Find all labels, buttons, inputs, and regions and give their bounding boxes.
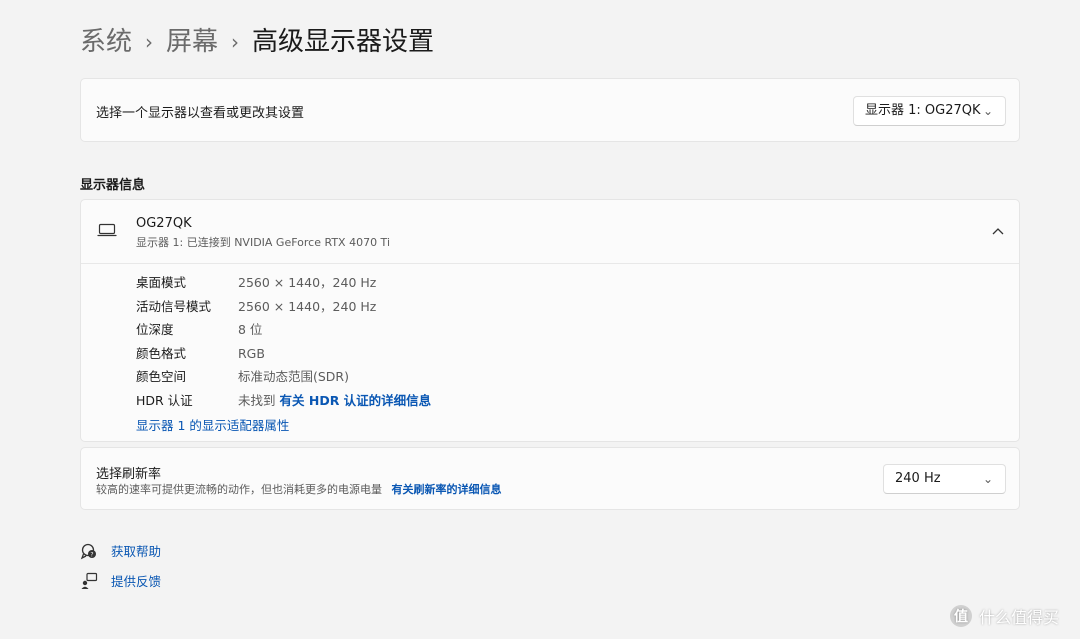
give-feedback-link[interactable]: 提供反馈	[80, 571, 161, 590]
give-feedback-label: 提供反馈	[111, 574, 162, 589]
display-select-dropdown[interactable]: 显示器 1: OG27QK ⌄	[853, 96, 1006, 126]
refresh-rate-description: 较高的速率可提供更流畅的动作，但也消耗更多的电源电量	[96, 483, 382, 496]
refresh-rate-value: 240 Hz	[895, 471, 941, 486]
chevron-down-icon: ⌄	[982, 472, 993, 486]
display-name: OG27QK	[136, 216, 192, 231]
info-key: 活动信号模式	[136, 298, 212, 314]
get-help-label: 获取帮助	[111, 544, 162, 559]
laptop-icon	[97, 222, 117, 242]
info-value: 标准动态范围(SDR)	[238, 369, 349, 384]
svg-text:?: ?	[90, 551, 93, 558]
chevron-up-icon[interactable]	[987, 220, 1009, 242]
watermark: 值 什么值得买	[950, 604, 1059, 628]
info-value: 未找到	[238, 392, 276, 408]
breadcrumb-display[interactable]: 屏幕	[166, 22, 218, 62]
display-connection-subtitle: 显示器 1: 已连接到 NVIDIA GeForce RTX 4070 Ti	[136, 236, 390, 249]
help-icon: ?	[80, 542, 98, 560]
info-key: 颜色空间	[136, 369, 187, 384]
info-value: RGB	[238, 345, 265, 361]
refresh-rate-card: 选择刷新率 较高的速率可提供更流畅的动作，但也消耗更多的电源电量 有关刷新率的详…	[80, 447, 1020, 510]
feedback-icon	[80, 572, 98, 590]
breadcrumb-separator-icon: ›	[231, 30, 240, 54]
select-display-card: 选择一个显示器以查看或更改其设置 显示器 1: OG27QK ⌄	[80, 78, 1020, 142]
info-key: 颜色格式	[136, 345, 187, 361]
info-value-wrap: 未找到 有关 HDR 认证的详细信息	[238, 389, 431, 413]
display-select-value: 显示器 1: OG27QK	[865, 103, 981, 118]
get-help-link[interactable]: ? 获取帮助	[80, 541, 161, 560]
watermark-text: 什么值得买	[979, 608, 1060, 627]
display-info-card: OG27QK 显示器 1: 已连接到 NVIDIA GeForce RTX 40…	[80, 199, 1020, 442]
page-title: 高级显示器设置	[252, 27, 435, 57]
info-value: 2560 × 1440，240 Hz	[238, 275, 377, 290]
select-display-label: 选择一个显示器以查看或更改其设置	[96, 106, 305, 121]
refresh-rate-description-wrap: 较高的速率可提供更流畅的动作，但也消耗更多的电源电量 有关刷新率的详细信息	[96, 481, 502, 497]
refresh-rate-details-link[interactable]: 有关刷新率的详细信息	[392, 483, 502, 496]
info-key: HDR 认证	[136, 392, 193, 408]
info-key: 位深度	[136, 322, 174, 337]
refresh-rate-title: 选择刷新率	[96, 467, 162, 482]
hdr-details-link[interactable]: 有关 HDR 认证的详细信息	[280, 393, 432, 408]
breadcrumb-separator-icon: ›	[145, 30, 154, 54]
info-key: 桌面模式	[136, 275, 187, 290]
section-title-display-info: 显示器信息	[80, 178, 146, 193]
chevron-down-icon: ⌄	[982, 104, 993, 118]
breadcrumb-system[interactable]: 系统	[80, 22, 132, 62]
adapter-properties-link[interactable]: 显示器 1 的显示适配器属性	[136, 415, 289, 434]
info-value: 2560 × 1440，240 Hz	[238, 298, 377, 314]
watermark-logo-icon: 值	[950, 605, 972, 627]
breadcrumb: 系统 › 屏幕 › 高级显示器设置	[80, 22, 434, 62]
refresh-rate-dropdown[interactable]: 240 Hz ⌄	[883, 464, 1006, 494]
info-value: 8 位	[238, 322, 263, 337]
display-info-header[interactable]: OG27QK 显示器 1: 已连接到 NVIDIA GeForce RTX 40…	[81, 200, 1019, 264]
